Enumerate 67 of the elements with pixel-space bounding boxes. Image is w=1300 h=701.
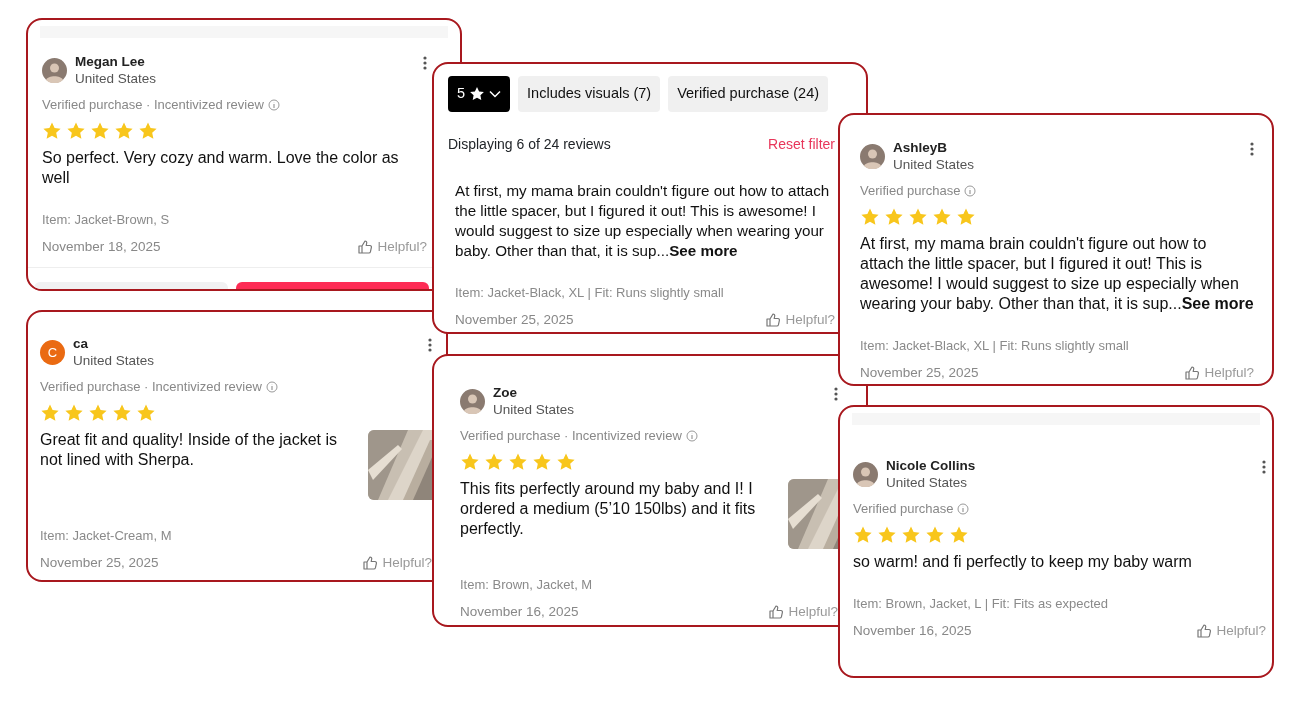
review-date: November 18, 2025 bbox=[42, 238, 161, 256]
reviewer-country: United States bbox=[75, 70, 158, 87]
review-text: At first, my mama brain couldn't figure out how to attach the little spacer, but I figured it out! This is awesome! I would suggest to size up especially when wearing your baby. Other than that, it is sup...See more bbox=[860, 233, 1254, 314]
review-date: November 16, 2025 bbox=[460, 603, 579, 621]
helpful-button[interactable]: Helpful? bbox=[1184, 363, 1254, 384]
thumbs-up-icon bbox=[1184, 365, 1201, 382]
review-badges: Verified purchase · Incentivized review bbox=[42, 95, 264, 115]
reviewer-country: United States bbox=[893, 156, 976, 173]
item-details: Item: Brown, Jacket, M bbox=[460, 575, 594, 594]
review-date: November 25, 2025 bbox=[860, 364, 979, 382]
more-icon[interactable] bbox=[834, 387, 838, 401]
review-date: November 25, 2025 bbox=[40, 554, 159, 572]
review-date: November 16, 2025 bbox=[853, 622, 972, 640]
review-text: At first, my mama brain couldn't figure out how to attach the little spacer, but I figured it out! This is awesome! I would suggest to size up especially when wearing your baby. Other than that, it is sup...See more bbox=[455, 180, 831, 261]
review-text: So perfect. Very cozy and warm. Love the color as well bbox=[42, 147, 400, 188]
item-details: Item: Brown, Jacket, L | Fit: Fits as expected bbox=[853, 594, 1110, 613]
review-count: Displaying 6 of 24 reviews bbox=[448, 134, 611, 154]
review-date: November 25, 2025 bbox=[455, 311, 574, 330]
item-details: Item: Jacket-Black, XL | Fit: Runs slightly small bbox=[860, 336, 1130, 355]
more-icon[interactable] bbox=[423, 56, 427, 70]
filter-chip[interactable]: Includes visuals (7) bbox=[518, 76, 661, 112]
reviewer-country: United States bbox=[73, 352, 156, 369]
review-text: This fits perfectly around my baby and I! I ordered a medium (5’10 150lbs) and it fits perfectly. bbox=[460, 478, 757, 539]
helpful-button[interactable]: Helpful? bbox=[357, 237, 427, 258]
info-icon bbox=[267, 98, 280, 111]
more-icon[interactable] bbox=[428, 338, 432, 352]
thumbs-up-icon bbox=[765, 312, 782, 329]
reviewer-country: United States bbox=[886, 474, 969, 491]
reviewer-name: AshleyB bbox=[893, 140, 949, 156]
review-text: Great fit and quality! Inside of the jacket is not lined with Sherpa. bbox=[40, 429, 339, 470]
info-icon bbox=[957, 502, 970, 515]
reset-filter-link[interactable]: Reset filter bbox=[768, 133, 835, 155]
reviewer-name: Nicole Collins bbox=[886, 458, 977, 474]
more-icon[interactable] bbox=[1250, 142, 1254, 156]
reviewer-name: Zoe bbox=[493, 385, 518, 401]
filter-chip[interactable]: Verified purchase (24) bbox=[668, 76, 829, 112]
reviewer-country: United States bbox=[493, 401, 576, 418]
avatar-icon bbox=[460, 389, 485, 414]
info-icon bbox=[265, 380, 278, 393]
helpful-button[interactable]: Helpful? bbox=[768, 602, 838, 623]
review-text: so warm! and fi perfectly to keep my baby warm bbox=[853, 551, 1192, 572]
avatar-icon bbox=[42, 58, 67, 83]
avatar-icon bbox=[853, 462, 878, 487]
thumbs-up-icon bbox=[362, 555, 379, 572]
rating-filter[interactable]: 5 bbox=[448, 76, 511, 112]
avatar-icon bbox=[860, 144, 885, 169]
thumbs-up-icon bbox=[357, 239, 374, 256]
review-badges: Verified purchase bbox=[860, 181, 961, 201]
helpful-button[interactable]: Helpful? bbox=[765, 310, 835, 331]
review-badges: Verified purchase · Incentivized review bbox=[40, 377, 262, 397]
item-details: Item: Jacket-Brown, S bbox=[42, 210, 171, 229]
reviewer-name: Megan Lee bbox=[75, 54, 146, 70]
thumbs-up-icon bbox=[1196, 623, 1213, 640]
info-icon bbox=[685, 429, 698, 442]
item-details: Item: Jacket-Cream, M bbox=[40, 526, 173, 545]
avatar: C bbox=[40, 340, 65, 365]
helpful-button[interactable]: Helpful? bbox=[1196, 621, 1266, 642]
review-badges: Verified purchase · Incentivized review bbox=[460, 426, 682, 446]
more-icon[interactable] bbox=[1262, 460, 1266, 474]
item-details: Item: Jacket-Black, XL | Fit: Runs slightly small bbox=[455, 283, 725, 302]
chevron-down-icon bbox=[489, 89, 502, 98]
helpful-button[interactable]: Helpful? bbox=[362, 553, 432, 574]
review-badges: Verified purchase bbox=[853, 499, 954, 519]
info-icon bbox=[964, 184, 977, 197]
thumbs-up-icon bbox=[768, 604, 785, 621]
star-icon bbox=[469, 86, 486, 102]
reviewer-name: ca bbox=[73, 336, 90, 352]
